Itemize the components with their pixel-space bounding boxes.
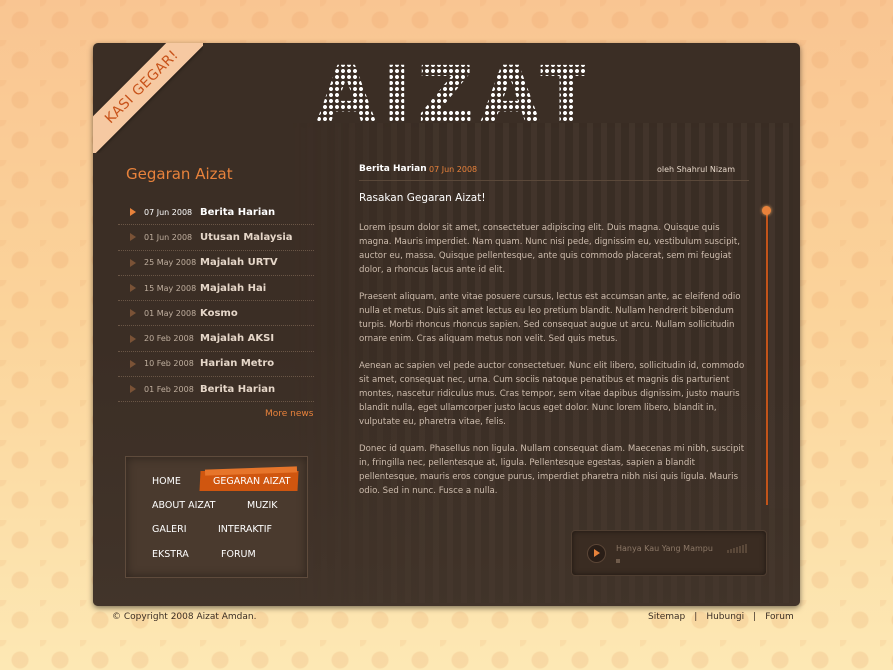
arrow-right-icon	[130, 208, 136, 217]
arrow-right-icon	[130, 309, 136, 318]
article-paragraph: Praesent aliquam, ante vitae posuere cur…	[359, 292, 741, 344]
site-logo[interactable]: AIZAT	[316, 57, 593, 135]
news-date: 07 Jun 2008	[144, 207, 193, 217]
news-item[interactable]: 25 May 2008 Majalah URTV	[118, 251, 314, 276]
arrow-right-icon	[130, 258, 136, 267]
corner-ribbon: KASI GEGAR!	[93, 43, 203, 153]
news-source: Majalah URTV	[200, 257, 278, 269]
arrow-right-icon	[130, 385, 136, 394]
article-paragraph: Donec id quam. Phasellus non ligula. Nul…	[359, 444, 745, 496]
news-item[interactable]: 01 May 2008 Kosmo	[118, 301, 314, 327]
sidebar-title: Gegaran Aizat	[126, 165, 233, 183]
news-item[interactable]: 01 Feb 2008 Berita Harian	[118, 377, 314, 403]
more-news-link[interactable]: More news	[265, 409, 313, 419]
news-date: 20 Feb 2008	[144, 334, 194, 344]
article-body: Lorem ipsum dolor sit amet, consectetuer…	[359, 221, 751, 511]
news-date: 01 Jun 2008	[144, 232, 193, 242]
news-item[interactable]: 01 Jun 2008 Utusan Malaysia	[118, 225, 314, 251]
footer-links: Sitemap | Hubungi | Forum	[648, 612, 794, 622]
nav-home[interactable]: HOME	[152, 476, 181, 487]
article-date: 07 Jun 2008	[429, 165, 478, 174]
track-title: Hanya Kau Yang Mampu	[616, 544, 713, 553]
news-item[interactable]: 07 Jun 2008 Berita Harian	[118, 200, 314, 226]
article-header: Berita Harian 07 Jun 2008 oleh Shahrul N…	[359, 164, 749, 181]
footer-separator: |	[694, 612, 698, 622]
nav-galeri[interactable]: GALERI	[152, 524, 187, 535]
footer-separator: |	[753, 612, 757, 622]
news-item[interactable]: 15 May 2008 Majalah Hai	[118, 276, 314, 302]
nav-muzik[interactable]: MUZIK	[247, 500, 278, 511]
news-date: 01 Feb 2008	[144, 384, 194, 394]
article-paragraph: Aenean ac sapien vel pede auctor consect…	[359, 361, 745, 427]
arrow-right-icon	[130, 284, 136, 293]
nav-about-aizat[interactable]: ABOUT AIZAT	[152, 500, 215, 511]
news-date: 15 May 2008	[144, 283, 197, 293]
news-source: Berita Harian	[200, 383, 276, 395]
news-date: 10 Feb 2008	[144, 359, 194, 369]
news-list: 07 Jun 2008 Berita Harian 01 Jun 2008 Ut…	[118, 200, 314, 403]
news-date: 25 May 2008	[144, 258, 197, 268]
article-title: Rasakan Gegaran Aizat!	[359, 192, 486, 204]
news-item[interactable]: 20 Feb 2008 Majalah AKSI	[118, 326, 314, 352]
footer-link-hubungi[interactable]: Hubungi	[706, 612, 744, 622]
nav-gegaran-aizat[interactable]: GEGARAN AIZAT	[213, 476, 290, 487]
volume-icon[interactable]	[727, 543, 747, 553]
footer-link-sitemap[interactable]: Sitemap	[648, 612, 685, 622]
news-source: Berita Harian	[200, 206, 276, 218]
scrollbar-handle[interactable]	[762, 206, 771, 215]
footer-link-forum[interactable]: Forum	[765, 612, 794, 622]
news-source: Majalah Hai	[200, 282, 267, 294]
news-item[interactable]: 10 Feb 2008 Harian Metro	[118, 352, 314, 378]
copyright-text: © Copyright 2008 Aizat Amdan.	[112, 612, 257, 622]
arrow-right-icon	[130, 359, 136, 368]
ribbon-text: KASI GEGAR!	[93, 43, 203, 153]
nav-ekstra[interactable]: EKSTRA	[152, 549, 189, 560]
article-source: Berita Harian	[359, 164, 427, 174]
nav-forum[interactable]: FORUM	[221, 549, 256, 560]
news-source: Utusan Malaysia	[200, 231, 293, 243]
progress-bar[interactable]	[616, 559, 620, 563]
article-paragraph: Lorem ipsum dolor sit amet, consectetuer…	[359, 223, 741, 275]
arrow-right-icon	[130, 334, 136, 343]
nav-interaktif[interactable]: INTERAKTIF	[218, 524, 272, 535]
play-icon[interactable]	[587, 544, 606, 563]
news-source: Harian Metro	[200, 358, 275, 370]
article-author: oleh Shahrul Nizam	[657, 165, 735, 174]
music-player: Hanya Kau Yang Mampu	[571, 530, 767, 576]
arrow-right-icon	[130, 233, 136, 242]
news-date: 01 May 2008	[144, 308, 197, 318]
news-source: Majalah AKSI	[200, 333, 275, 345]
news-source: Kosmo	[200, 307, 238, 319]
scrollbar-track[interactable]	[766, 212, 768, 505]
